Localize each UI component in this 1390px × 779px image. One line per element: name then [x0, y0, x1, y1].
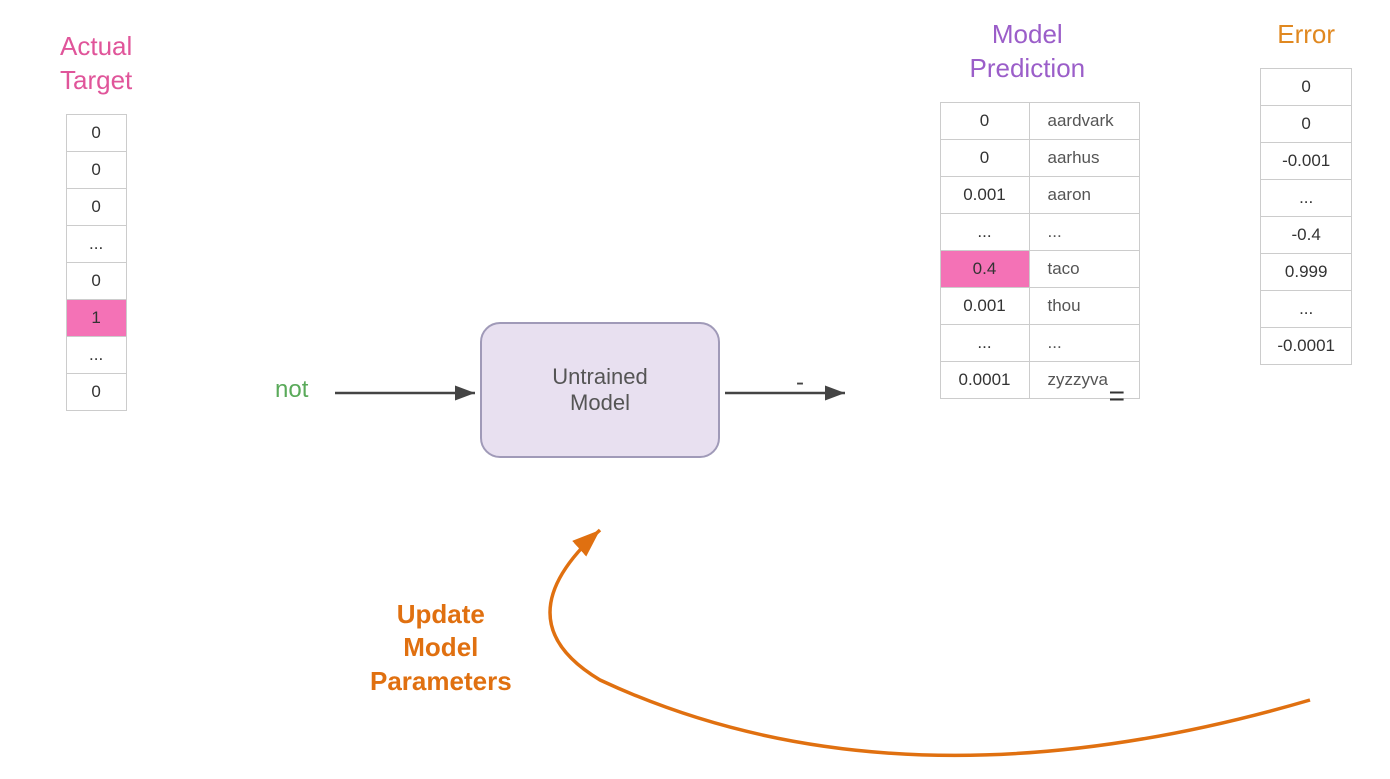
actual-target-section: ActualTarget 000...01...0: [60, 30, 132, 411]
actual-target-cell: 0: [66, 188, 126, 225]
actual-target-table: 000...01...0: [66, 114, 127, 411]
error-cell: 0: [1261, 105, 1352, 142]
prediction-word-cell: ...: [1030, 213, 1140, 250]
prediction-title: ModelPrediction: [970, 18, 1086, 86]
prediction-section: ModelPrediction 000.001...0.40.001...0.0…: [940, 18, 1141, 399]
error-cell: -0.0001: [1261, 327, 1352, 364]
prediction-word-cell: thou: [1030, 287, 1140, 324]
actual-target-title: ActualTarget: [60, 30, 132, 98]
not-label: not: [275, 376, 308, 404]
prediction-number-cell: ...: [940, 324, 1029, 361]
prediction-number-cell: 0.001: [940, 176, 1029, 213]
actual-target-cell: 0: [66, 373, 126, 410]
update-model-label: UpdateModelParameters: [370, 598, 512, 699]
prediction-number-cell: 0.4: [940, 250, 1029, 287]
error-cell: ...: [1261, 179, 1352, 216]
prediction-word-cell: aardvark: [1030, 102, 1140, 139]
dash-label: -: [796, 369, 804, 396]
error-cell: 0: [1261, 68, 1352, 105]
prediction-words-table: aardvarkaarhusaaron...tacothou...zyzzyva: [1030, 102, 1141, 399]
prediction-word-cell: aaron: [1030, 176, 1140, 213]
actual-target-cell: 1: [66, 299, 126, 336]
actual-target-cell: ...: [66, 336, 126, 373]
prediction-number-cell: 0.001: [940, 287, 1029, 324]
prediction-word-cell: taco: [1030, 250, 1140, 287]
actual-target-cell: 0: [66, 262, 126, 299]
update-arrow: [550, 530, 1310, 755]
prediction-number-cell: ...: [940, 213, 1029, 250]
error-cell: -0.4: [1261, 216, 1352, 253]
actual-target-cell: 0: [66, 151, 126, 188]
prediction-word-cell: ...: [1030, 324, 1140, 361]
error-section: Error 00-0.001...-0.40.999...-0.0001: [1260, 18, 1352, 365]
prediction-table-wrap: 000.001...0.40.001...0.0001 aardvarkaarh…: [940, 102, 1141, 399]
actual-target-cell: ...: [66, 225, 126, 262]
prediction-numbers-table: 000.001...0.40.001...0.0001: [940, 102, 1030, 399]
error-table: 00-0.001...-0.40.999...-0.0001: [1260, 68, 1352, 365]
diagram-container: ActualTarget 000...01...0 not Untrained …: [0, 0, 1390, 779]
prediction-number-cell: 0: [940, 102, 1029, 139]
prediction-number-cell: 0.0001: [940, 361, 1029, 398]
actual-target-cell: 0: [66, 114, 126, 151]
error-cell: -0.001: [1261, 142, 1352, 179]
untrained-model-box: Untrained Model: [480, 322, 720, 458]
model-section: Untrained Model: [480, 322, 720, 458]
equals-sign: =: [1109, 380, 1125, 412]
prediction-word-cell: aarhus: [1030, 139, 1140, 176]
prediction-number-cell: 0: [940, 139, 1029, 176]
error-cell: 0.999: [1261, 253, 1352, 290]
error-title: Error: [1277, 18, 1335, 52]
error-cell: ...: [1261, 290, 1352, 327]
